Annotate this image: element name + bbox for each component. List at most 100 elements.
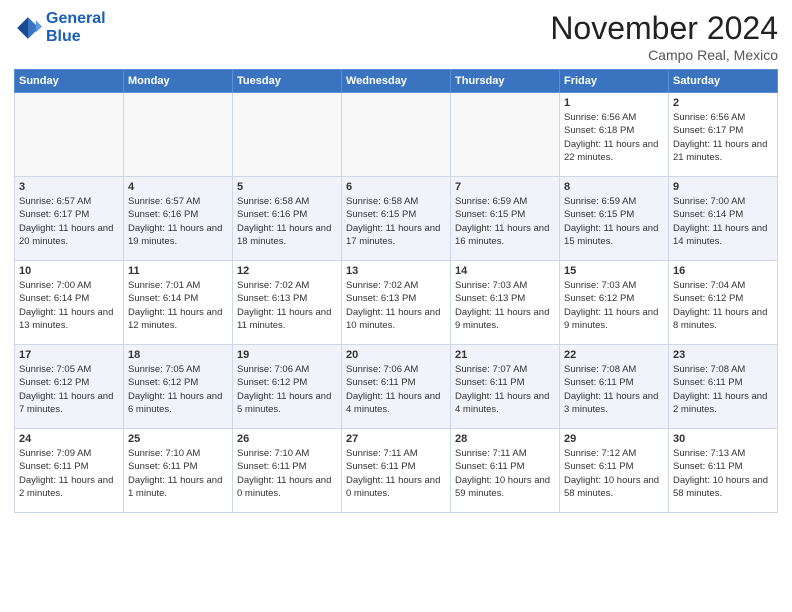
day-info: Sunrise: 7:11 AM Sunset: 6:11 PM Dayligh… (455, 447, 555, 500)
day-number: 3 (19, 181, 119, 193)
day-number: 18 (128, 349, 228, 361)
day-info: Sunrise: 6:59 AM Sunset: 6:15 PM Dayligh… (564, 195, 664, 248)
day-info: Sunrise: 6:57 AM Sunset: 6:17 PM Dayligh… (19, 195, 119, 248)
day-number: 17 (19, 349, 119, 361)
header-saturday: Saturday (669, 70, 778, 93)
day-number: 16 (673, 265, 773, 277)
calendar-cell: 18Sunrise: 7:05 AM Sunset: 6:12 PM Dayli… (124, 345, 233, 429)
calendar-cell: 10 Sunrise: 7:00 AM Sunset: 6:14 PM Dayli… (15, 261, 124, 345)
day-info: Sunrise: 7:08 AM Sunset: 6:11 PM Dayligh… (564, 363, 664, 416)
day-info: Sunrise: 6:57 AM Sunset: 6:16 PM Dayligh… (128, 195, 228, 248)
main-title: November 2024 (550, 10, 778, 47)
logo-icon (14, 14, 42, 42)
day-info: Sunrise: 7:06 AM Sunset: 6:11 PM Dayligh… (346, 363, 446, 416)
logo-text: General Blue (46, 10, 106, 45)
calendar-cell: 30Sunrise: 7:13 AM Sunset: 6:11 PM Dayli… (669, 429, 778, 513)
day-info: Sunrise: 7:03 AM Sunset: 6:12 PM Dayligh… (564, 279, 664, 332)
day-info: Sunrise: 7:10 AM Sunset: 6:11 PM Dayligh… (237, 447, 337, 500)
day-number: 7 (455, 181, 555, 193)
day-number: 5 (237, 181, 337, 193)
day-info: Sunrise: 7:12 AM Sunset: 6:11 PM Dayligh… (564, 447, 664, 500)
header-thursday: Thursday (451, 70, 560, 93)
day-info: Sunrise: 7:00 AM Sunset: 6:14 PM Dayligh… (19, 279, 119, 332)
day-info: Sunrise: 7:02 AM Sunset: 6:13 PM Dayligh… (237, 279, 337, 332)
day-info: Sunrise: 7:03 AM Sunset: 6:13 PM Dayligh… (455, 279, 555, 332)
calendar-cell: 21 Sunrise: 7:07 AM Sunset: 6:11 PM Dayli… (451, 345, 560, 429)
title-area: November 2024 Campo Real, Mexico (550, 10, 778, 63)
day-info: Sunrise: 6:56 AM Sunset: 6:18 PM Dayligh… (564, 111, 664, 164)
calendar-cell: 23 Sunrise: 7:08 AM Sunset: 6:11 PM Dayli… (669, 345, 778, 429)
calendar-cell: 28 Sunrise: 7:11 AM Sunset: 6:11 PM Dayli… (451, 429, 560, 513)
day-number: 9 (673, 181, 773, 193)
day-info: Sunrise: 7:07 AM Sunset: 6:11 PM Dayligh… (455, 363, 555, 416)
calendar-cell: 4Sunrise: 6:57 AM Sunset: 6:16 PM Daylig… (124, 177, 233, 261)
day-info: Sunrise: 7:04 AM Sunset: 6:12 PM Dayligh… (673, 279, 773, 332)
logo-line1: General (46, 10, 106, 28)
header-tuesday: Tuesday (233, 70, 342, 93)
day-info: Sunrise: 7:05 AM Sunset: 6:12 PM Dayligh… (19, 363, 119, 416)
day-number: 30 (673, 433, 773, 445)
subtitle: Campo Real, Mexico (550, 47, 778, 63)
day-info: Sunrise: 7:06 AM Sunset: 6:12 PM Dayligh… (237, 363, 337, 416)
calendar-cell: 27Sunrise: 7:11 AM Sunset: 6:11 PM Dayli… (342, 429, 451, 513)
header-row: SundayMondayTuesdayWednesdayThursdayFrid… (15, 70, 778, 93)
calendar-cell: 9Sunrise: 7:00 AM Sunset: 6:14 PM Daylig… (669, 177, 778, 261)
header: General Blue November 2024 Campo Real, M… (14, 10, 778, 63)
calendar-cell: 14 Sunrise: 7:03 AM Sunset: 6:13 PM Dayli… (451, 261, 560, 345)
day-number: 11 (128, 265, 228, 277)
calendar-cell: 8 Sunrise: 6:59 AM Sunset: 6:15 PM Daylig… (560, 177, 669, 261)
week-row-2: 10 Sunrise: 7:00 AM Sunset: 6:14 PM Dayli… (15, 261, 778, 345)
calendar-cell: 13 Sunrise: 7:02 AM Sunset: 6:13 PM Dayli… (342, 261, 451, 345)
day-info: Sunrise: 7:09 AM Sunset: 6:11 PM Dayligh… (19, 447, 119, 500)
calendar-cell: 24Sunrise: 7:09 AM Sunset: 6:11 PM Dayli… (15, 429, 124, 513)
header-wednesday: Wednesday (342, 70, 451, 93)
calendar-cell: 15 Sunrise: 7:03 AM Sunset: 6:12 PM Dayli… (560, 261, 669, 345)
week-row-3: 17 Sunrise: 7:05 AM Sunset: 6:12 PM Dayli… (15, 345, 778, 429)
day-number: 26 (237, 433, 337, 445)
calendar-cell: 12Sunrise: 7:02 AM Sunset: 6:13 PM Dayli… (233, 261, 342, 345)
header-monday: Monday (124, 70, 233, 93)
header-sunday: Sunday (15, 70, 124, 93)
header-friday: Friday (560, 70, 669, 93)
day-info: Sunrise: 6:59 AM Sunset: 6:15 PM Dayligh… (455, 195, 555, 248)
calendar-cell (451, 93, 560, 177)
day-info: Sunrise: 7:02 AM Sunset: 6:13 PM Dayligh… (346, 279, 446, 332)
calendar-cell: 6Sunrise: 6:58 AM Sunset: 6:15 PM Daylig… (342, 177, 451, 261)
week-row-4: 24Sunrise: 7:09 AM Sunset: 6:11 PM Dayli… (15, 429, 778, 513)
calendar-cell: 19 Sunrise: 7:06 AM Sunset: 6:12 PM Dayli… (233, 345, 342, 429)
day-number: 19 (237, 349, 337, 361)
day-number: 13 (346, 265, 446, 277)
calendar-cell (15, 93, 124, 177)
week-row-1: 3 Sunrise: 6:57 AM Sunset: 6:17 PM Daylig… (15, 177, 778, 261)
calendar-cell: 17 Sunrise: 7:05 AM Sunset: 6:12 PM Dayli… (15, 345, 124, 429)
calendar-cell: 22 Sunrise: 7:08 AM Sunset: 6:11 PM Dayli… (560, 345, 669, 429)
day-number: 14 (455, 265, 555, 277)
logo-line2: Blue (46, 28, 106, 46)
day-number: 21 (455, 349, 555, 361)
day-info: Sunrise: 6:56 AM Sunset: 6:17 PM Dayligh… (673, 111, 773, 164)
calendar-cell: 3 Sunrise: 6:57 AM Sunset: 6:17 PM Daylig… (15, 177, 124, 261)
day-number: 2 (673, 97, 773, 109)
calendar-cell (233, 93, 342, 177)
calendar-cell: 16 Sunrise: 7:04 AM Sunset: 6:12 PM Dayli… (669, 261, 778, 345)
day-info: Sunrise: 7:08 AM Sunset: 6:11 PM Dayligh… (673, 363, 773, 416)
calendar-cell: 11 Sunrise: 7:01 AM Sunset: 6:14 PM Dayli… (124, 261, 233, 345)
day-info: Sunrise: 7:01 AM Sunset: 6:14 PM Dayligh… (128, 279, 228, 332)
page: General Blue November 2024 Campo Real, M… (0, 0, 792, 523)
day-number: 15 (564, 265, 664, 277)
day-number: 23 (673, 349, 773, 361)
day-number: 8 (564, 181, 664, 193)
day-info: Sunrise: 7:10 AM Sunset: 6:11 PM Dayligh… (128, 447, 228, 500)
calendar-cell: 26 Sunrise: 7:10 AM Sunset: 6:11 PM Dayli… (233, 429, 342, 513)
calendar-cell: 25 Sunrise: 7:10 AM Sunset: 6:11 PM Dayli… (124, 429, 233, 513)
day-number: 10 (19, 265, 119, 277)
calendar-cell: 1Sunrise: 6:56 AM Sunset: 6:18 PM Daylig… (560, 93, 669, 177)
calendar-cell (342, 93, 451, 177)
calendar-cell: 2 Sunrise: 6:56 AM Sunset: 6:17 PM Daylig… (669, 93, 778, 177)
day-number: 20 (346, 349, 446, 361)
day-number: 25 (128, 433, 228, 445)
day-number: 29 (564, 433, 664, 445)
day-number: 22 (564, 349, 664, 361)
day-info: Sunrise: 7:11 AM Sunset: 6:11 PM Dayligh… (346, 447, 446, 500)
day-number: 28 (455, 433, 555, 445)
